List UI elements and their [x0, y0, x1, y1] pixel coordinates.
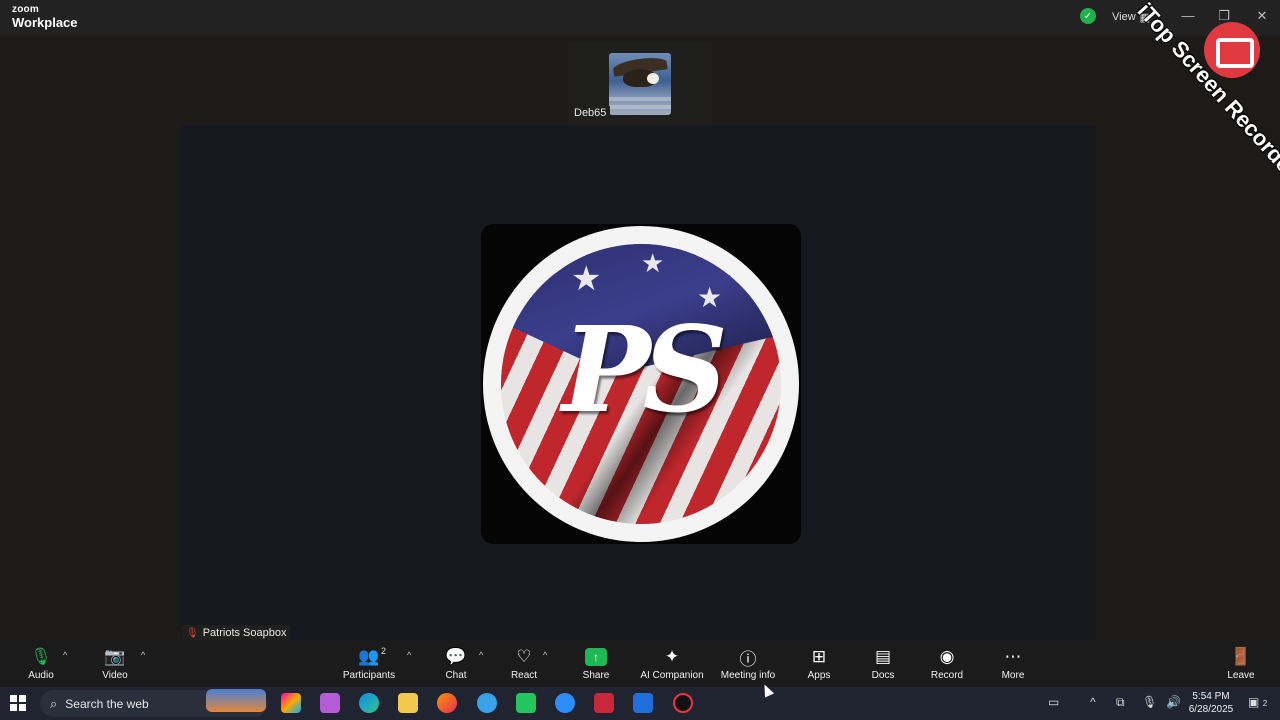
meeting-toolbar: 🎙 Audio ^ 📷 Video ^ 👥 Participants 2 ^ 💬…: [0, 640, 1280, 687]
video-options-caret-icon[interactable]: ^: [141, 650, 145, 660]
title-bar: zoom Workplace ✓ View ▦ — ❐ ✕: [0, 0, 1280, 36]
windows-taskbar: ⌕ Search the web ▭ ^ ⧉ 🎙 🔊 5:54 PM 6/28/…: [0, 687, 1280, 720]
star-icon: ★: [571, 260, 602, 298]
volume-icon[interactable]: 🔊: [1166, 695, 1181, 709]
firefox-icon[interactable]: [437, 693, 457, 713]
eagle-head-shape: [647, 73, 659, 84]
share-label: Share: [582, 670, 610, 681]
thumbnail-participant-name: Deb65: [570, 106, 611, 122]
ai-companion-label: AI Companion: [640, 670, 704, 681]
zoom-window: zoom Workplace ✓ View ▦ — ❐ ✕ Deb65 ★ ★ …: [0, 0, 1280, 687]
more-button[interactable]: ⋯ More: [977, 646, 1049, 681]
green-app-icon[interactable]: [516, 693, 536, 713]
apps-label: Apps: [807, 670, 831, 681]
tray-overflow-chevron-icon[interactable]: ^: [1090, 695, 1096, 709]
snipping-tool-icon[interactable]: [320, 693, 340, 713]
brand-large: Workplace: [12, 15, 78, 30]
mic-muted-icon: 🎙: [186, 627, 199, 639]
edge-browser-icon[interactable]: [359, 693, 379, 713]
news-widget-icon[interactable]: ▭: [1048, 695, 1059, 709]
participant-thumbnail-eagle[interactable]: [609, 53, 671, 115]
participants-icon: 👥: [358, 647, 380, 666]
security-app-icon[interactable]: [633, 693, 653, 713]
chat-label: Chat: [445, 670, 467, 681]
docs-label: Docs: [871, 670, 895, 681]
participants-button[interactable]: 👥 Participants 2: [333, 646, 405, 681]
search-placeholder: Search the web: [65, 696, 149, 711]
leave-label: Leave: [1227, 670, 1255, 681]
search-highlight-image: [206, 689, 266, 712]
react-button[interactable]: ♡ React: [488, 646, 560, 681]
participants-count: 2: [381, 646, 387, 656]
react-options-caret-icon[interactable]: ^: [543, 650, 547, 660]
apps-icon: ⊞: [811, 647, 827, 666]
microphone-tray-icon[interactable]: 🎙: [1142, 695, 1157, 709]
share-button[interactable]: ↑ Share: [560, 646, 632, 681]
document-icon: ▤: [874, 647, 892, 666]
internet-explorer-icon[interactable]: [477, 693, 497, 713]
meeting-info-label: Meeting info: [720, 670, 776, 681]
info-icon: ⓘ: [739, 649, 757, 669]
docs-button[interactable]: ▤ Docs: [847, 646, 919, 681]
participants-label: Participants: [342, 670, 396, 681]
more-label: More: [1001, 670, 1025, 681]
media-player-icon[interactable]: [673, 693, 693, 713]
minimize-button[interactable]: —: [1178, 8, 1198, 23]
close-button[interactable]: ✕: [1252, 8, 1272, 24]
brand-small: zoom: [12, 4, 39, 15]
zoom-app-icon[interactable]: [555, 693, 575, 713]
notification-center-icon[interactable]: ▣ 2: [1248, 695, 1267, 709]
avatar-monogram: PS: [562, 300, 728, 439]
copilot-icon[interactable]: [281, 693, 301, 713]
chat-options-caret-icon[interactable]: ^: [479, 650, 483, 660]
windows-start-icon[interactable]: [10, 695, 26, 711]
apps-button[interactable]: ⊞ Apps: [783, 646, 855, 681]
leave-button[interactable]: 🚪 Leave: [1205, 646, 1277, 681]
clock-date: 6/28/2025: [1188, 704, 1234, 715]
react-label: React: [510, 670, 538, 681]
audio-options-caret-icon[interactable]: ^: [63, 650, 67, 660]
leave-door-icon: 🚪: [1230, 647, 1252, 666]
network-icon[interactable]: ⧉: [1116, 695, 1125, 710]
notification-count: 2: [1262, 699, 1268, 708]
speaker-name-label: 🎙 Patriots Soapbox: [182, 625, 291, 641]
audio-label: Audio: [28, 670, 54, 681]
view-label: View: [1112, 11, 1136, 23]
ai-companion-button[interactable]: ✦ AI Companion: [636, 646, 708, 681]
video-label: Video: [102, 670, 128, 681]
heart-icon: ♡: [516, 647, 532, 666]
meeting-info-button[interactable]: ⓘ Meeting info: [712, 646, 784, 682]
search-icon: ⌕: [50, 695, 58, 711]
speaker-name: Patriots Soapbox: [202, 627, 287, 639]
share-arrow-icon: ↑: [585, 648, 607, 666]
record-button[interactable]: ◉ Record: [911, 646, 983, 681]
participants-options-caret-icon[interactable]: ^: [407, 650, 411, 660]
chat-bubble-icon: ▣: [1248, 695, 1260, 709]
more-dots-icon: ⋯: [1004, 647, 1022, 666]
star-icon: ★: [641, 248, 665, 278]
encryption-shield-icon[interactable]: ✓: [1080, 8, 1096, 24]
app-logo: zoom Workplace: [12, 4, 78, 30]
clock-time: 5:54 PM: [1192, 691, 1230, 702]
record-label: Record: [930, 670, 964, 681]
taskbar-clock[interactable]: 5:54 PM 6/28/2025: [1188, 690, 1234, 716]
record-icon: ◉: [939, 647, 955, 666]
screen-recorder-icon[interactable]: [594, 693, 614, 713]
file-explorer-icon[interactable]: [398, 693, 418, 713]
sparkle-icon: ✦: [664, 647, 680, 666]
